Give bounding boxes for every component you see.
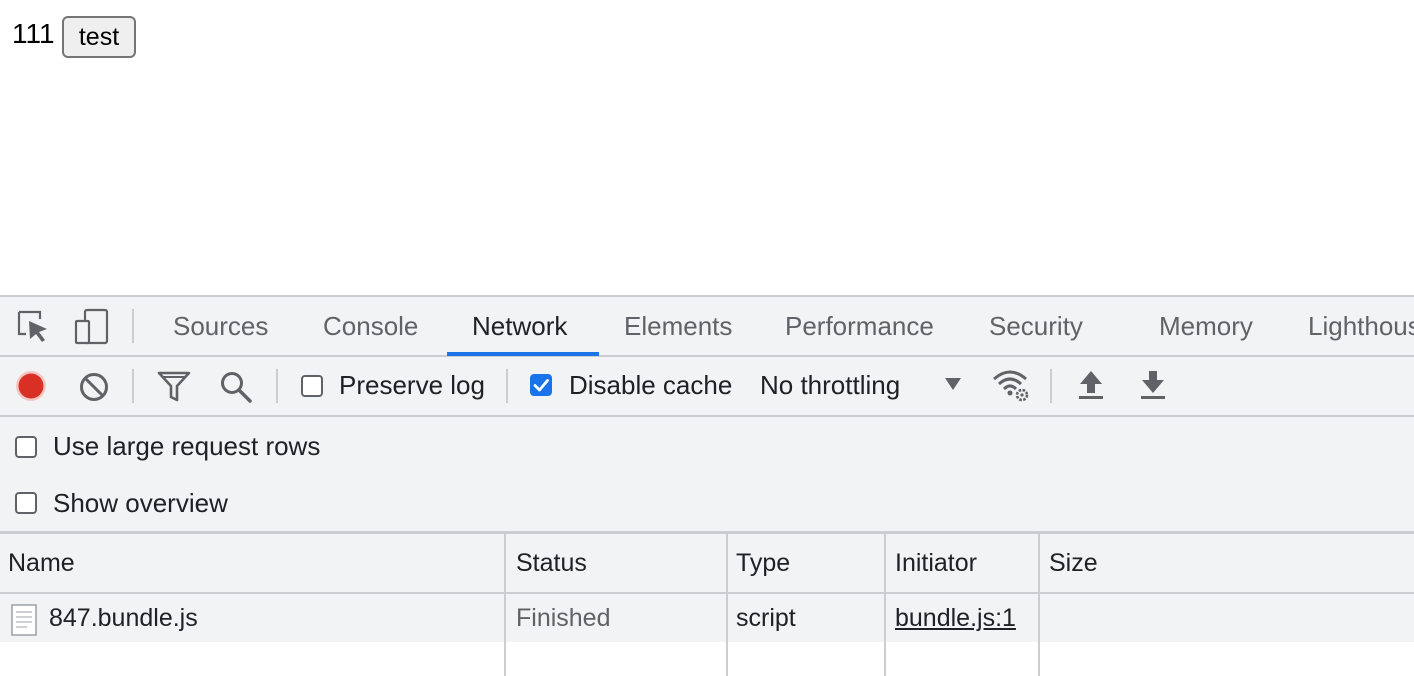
network-toolbar: Preserve log Disable cache No throttling xyxy=(0,357,1414,417)
large-rows-checkbox[interactable] xyxy=(15,436,37,458)
preserve-log-label: Preserve log xyxy=(339,370,485,400)
throttling-select[interactable]: No throttling xyxy=(760,370,900,401)
column-header-name[interactable]: Name xyxy=(8,534,75,592)
tab-lighthouse[interactable]: Lighthouse xyxy=(1308,297,1414,355)
show-overview-label: Show overview xyxy=(53,488,228,518)
network-settings: Use large request rows Show overview xyxy=(0,417,1414,534)
column-header-type[interactable]: Type xyxy=(736,534,790,592)
tab-network[interactable]: Network xyxy=(472,297,567,355)
toolbar-separator xyxy=(1050,369,1052,403)
tab-console[interactable]: Console xyxy=(323,297,418,355)
tab-performance[interactable]: Performance xyxy=(785,297,934,355)
column-divider[interactable] xyxy=(726,534,728,676)
disable-cache-checkbox[interactable] xyxy=(530,374,552,396)
request-status: Finished xyxy=(516,604,611,632)
column-divider[interactable] xyxy=(884,534,886,676)
toolbar-separator xyxy=(506,369,508,403)
tabbar-separator xyxy=(132,309,134,343)
request-initiator-link[interactable]: bundle.js:1 xyxy=(895,594,1016,642)
column-header-status[interactable]: Status xyxy=(516,534,587,592)
toolbar-separator xyxy=(132,369,134,403)
requests-table: Name Status Type Initiator Size 847.bund… xyxy=(0,534,1414,676)
tab-sources[interactable]: Sources xyxy=(173,297,268,355)
dropdown-arrow-icon[interactable] xyxy=(944,377,962,396)
request-type: script xyxy=(736,604,796,632)
filter-icon[interactable] xyxy=(156,369,192,408)
record-icon[interactable] xyxy=(15,370,47,407)
column-divider[interactable] xyxy=(1038,534,1040,676)
page-text: 111 xyxy=(12,18,55,49)
table-row[interactable]: 847.bundle.js Finished script bundle.js:… xyxy=(0,594,1414,642)
tab-memory[interactable]: Memory xyxy=(1159,297,1253,355)
devtools-tabbar: Sources Console Network Elements Perform… xyxy=(0,297,1414,357)
import-har-icon[interactable] xyxy=(1077,369,1105,406)
network-conditions-icon[interactable] xyxy=(991,367,1031,408)
device-toolbar-icon[interactable] xyxy=(72,307,112,347)
inspect-element-icon[interactable] xyxy=(14,307,54,347)
large-rows-label: Use large request rows xyxy=(53,431,321,461)
column-divider[interactable] xyxy=(504,534,506,676)
file-icon xyxy=(11,604,37,641)
preserve-log-checkbox[interactable] xyxy=(301,375,323,397)
table-header: Name Status Type Initiator Size xyxy=(0,534,1414,594)
table-empty-area xyxy=(0,642,1414,676)
tab-security[interactable]: Security xyxy=(989,297,1083,355)
column-header-initiator[interactable]: Initiator xyxy=(895,534,977,592)
tab-elements[interactable]: Elements xyxy=(624,297,732,355)
export-har-icon[interactable] xyxy=(1139,369,1167,406)
show-overview-checkbox[interactable] xyxy=(15,492,37,514)
column-header-size[interactable]: Size xyxy=(1049,534,1098,592)
devtools-panel: Sources Console Network Elements Perform… xyxy=(0,295,1414,676)
disable-cache-label: Disable cache xyxy=(569,370,733,400)
request-name[interactable]: 847.bundle.js xyxy=(49,594,198,642)
active-tab-indicator xyxy=(447,352,599,356)
clear-icon[interactable] xyxy=(78,371,110,408)
page-content: 111 test xyxy=(0,0,1414,295)
test-button[interactable]: test xyxy=(62,16,136,58)
search-icon[interactable] xyxy=(218,369,254,410)
toolbar-separator xyxy=(276,369,278,403)
